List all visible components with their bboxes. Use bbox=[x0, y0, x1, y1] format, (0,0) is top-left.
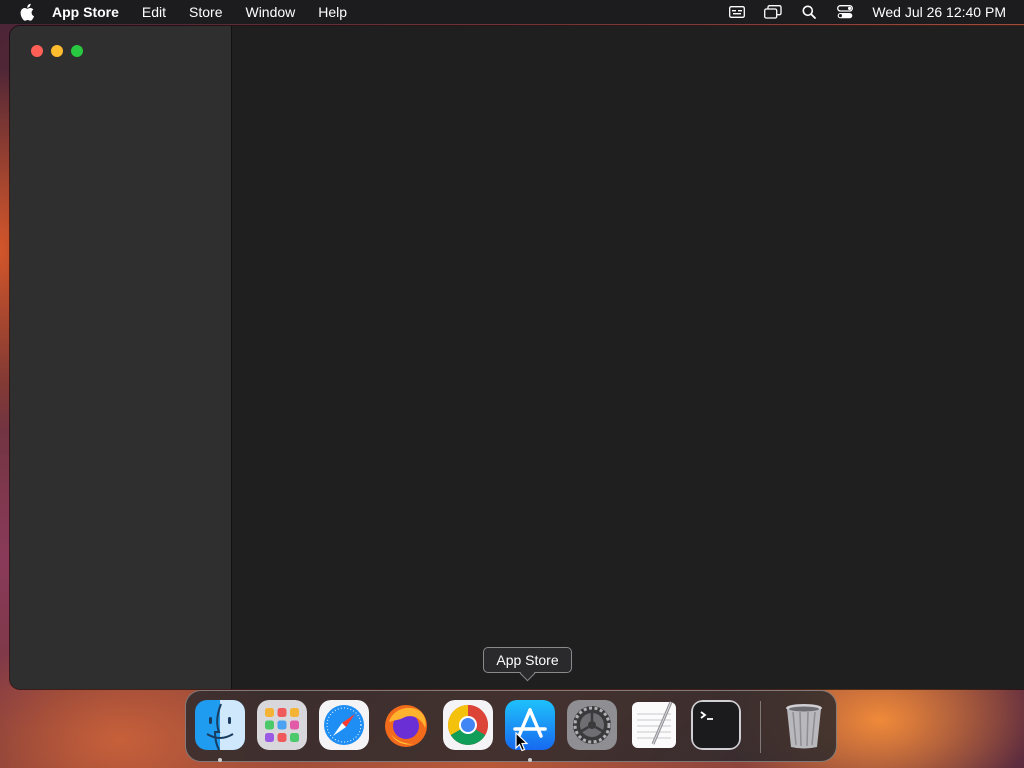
menu-bar-clock[interactable]: Wed Jul 26 12:40 PM bbox=[872, 4, 1006, 20]
apple-menu-icon[interactable] bbox=[18, 2, 38, 22]
safari-icon[interactable] bbox=[319, 700, 369, 750]
menu-store[interactable]: Store bbox=[189, 4, 222, 20]
app-store-icon[interactable] bbox=[505, 700, 555, 750]
menu-bar: App Store Edit Store Window Help Wed Jul… bbox=[0, 0, 1024, 24]
finder-icon[interactable] bbox=[195, 700, 245, 750]
dock bbox=[185, 690, 837, 762]
menu-window[interactable]: Window bbox=[245, 4, 295, 20]
window-zoom-button[interactable] bbox=[71, 45, 83, 57]
firefox-icon[interactable] bbox=[381, 700, 431, 750]
launchpad-icon[interactable] bbox=[257, 700, 307, 750]
menu-help[interactable]: Help bbox=[318, 4, 347, 20]
window-close-button[interactable] bbox=[31, 45, 43, 57]
status-area: Wed Jul 26 12:40 PM bbox=[710, 4, 1006, 20]
chrome-icon[interactable] bbox=[443, 700, 493, 750]
finder-running-indicator bbox=[218, 758, 222, 762]
mouse-cursor-icon bbox=[515, 732, 529, 752]
sidebar bbox=[10, 26, 232, 689]
app-store-window bbox=[10, 26, 1024, 689]
terminal-icon[interactable] bbox=[691, 700, 741, 750]
screen-mirroring-icon[interactable] bbox=[764, 5, 783, 19]
menu-app-store[interactable]: App Store bbox=[52, 4, 119, 20]
menu-edit[interactable]: Edit bbox=[142, 4, 166, 20]
main-content-area bbox=[232, 26, 1024, 689]
keyboard-input-icon[interactable] bbox=[728, 5, 746, 19]
system-settings-icon[interactable] bbox=[567, 700, 617, 750]
textedit-icon[interactable] bbox=[629, 700, 679, 750]
dock-tooltip: App Store bbox=[483, 647, 572, 673]
dock-separator bbox=[760, 701, 761, 753]
spotlight-search-icon[interactable] bbox=[800, 5, 818, 19]
control-center-icon[interactable] bbox=[836, 5, 854, 19]
window-minimize-button[interactable] bbox=[51, 45, 63, 57]
app-store-running-indicator bbox=[528, 758, 532, 762]
trash-icon[interactable] bbox=[779, 700, 829, 750]
